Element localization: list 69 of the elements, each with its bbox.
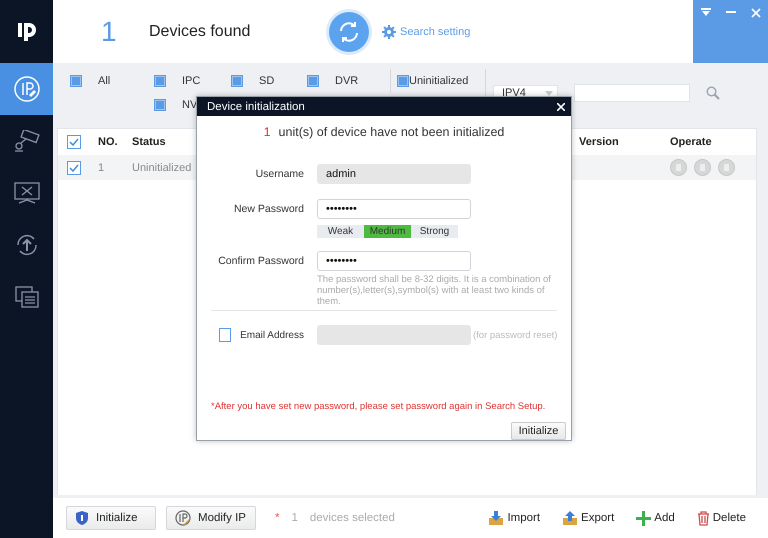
checkbox[interactable] — [219, 328, 232, 342]
tools-monitor-icon — [12, 181, 40, 205]
checkbox[interactable] — [67, 160, 81, 174]
column-header: Operate — [670, 136, 713, 148]
minimize-icon[interactable] — [726, 8, 736, 16]
warning-message: *After you have set new password, please set password again in Search Setup. — [211, 401, 546, 412]
uninitialized-message: unit(s) of device have not been initialized — [278, 125, 504, 140]
filter-label: Uninitialized — [409, 75, 468, 87]
search-field[interactable] — [574, 84, 690, 102]
devices-found-label: Devices found — [149, 22, 252, 40]
refresh-icon[interactable] — [337, 20, 361, 44]
plus-icon — [636, 510, 652, 526]
dialog-title: Device initialization — [207, 100, 305, 113]
password-field[interactable]: •••••••• — [317, 251, 471, 272]
export-button[interactable]: Export — [562, 506, 614, 530]
strength-indicator: Weak — [317, 225, 364, 238]
checkbox[interactable] — [70, 75, 82, 87]
import-icon — [488, 510, 504, 526]
filter-label: IPC — [182, 75, 200, 87]
checkbox[interactable] — [154, 75, 166, 87]
initialize-button[interactable]: Initialize — [511, 422, 566, 440]
delete-button[interactable]: Delete — [696, 506, 746, 530]
close-icon[interactable] — [557, 102, 565, 111]
filter-label: SD — [259, 75, 274, 87]
windows-icon — [14, 285, 40, 309]
checkbox[interactable] — [67, 135, 81, 149]
camera-icon — [12, 130, 40, 152]
sidebar-item[interactable] — [0, 63, 53, 115]
checkbox[interactable] — [307, 75, 319, 87]
field-label: Email Address — [240, 330, 304, 341]
import-button[interactable]: Import — [488, 506, 540, 530]
selected-count: 1 — [291, 512, 298, 524]
filter-label: All — [98, 75, 110, 87]
refresh-button[interactable] — [329, 12, 369, 52]
dropdown-icon[interactable] — [700, 8, 710, 16]
export-icon — [562, 510, 578, 526]
selected-label: devices selected — [310, 512, 395, 524]
username-field[interactable]: admin — [317, 164, 471, 184]
column-header: Version — [579, 136, 620, 148]
required-mark: * — [275, 512, 280, 524]
settings-icon[interactable] — [382, 24, 396, 38]
ip-icon — [12, 75, 40, 103]
initialize-button[interactable]: Initialize — [66, 506, 156, 530]
modify-ip-button[interactable]: Modify IP — [166, 506, 256, 530]
password-hint: The password shall be 8-32 digits. It is a combination of number(s),letter(s),symbol(s) with at least two kinds of them. — [317, 274, 552, 308]
field-label: New Password — [232, 203, 304, 216]
ip-edit-icon — [175, 510, 191, 526]
column-header: NO. — [98, 136, 119, 148]
filter-label: NV — [182, 99, 198, 111]
table-cell: Uninitialized — [132, 162, 192, 174]
field-label: Username — [254, 168, 304, 180]
checkbox[interactable] — [231, 75, 243, 87]
checkbox[interactable] — [154, 99, 166, 111]
strength-indicator: Medium — [364, 225, 411, 238]
add-button[interactable]: Add — [636, 506, 675, 530]
shield-icon — [75, 510, 89, 526]
logo-icon — [16, 20, 38, 42]
strength-indicator: Strong — [411, 225, 458, 238]
filter-label: DVR — [335, 75, 358, 87]
password-field[interactable]: •••••••• — [317, 199, 471, 220]
device-count: 1 — [101, 16, 118, 48]
checkbox[interactable] — [397, 75, 409, 87]
field-label: Confirm Password — [217, 255, 304, 268]
uninitialized-count: 1 — [264, 125, 271, 140]
trash-icon — [696, 510, 710, 526]
search-icon[interactable] — [706, 86, 720, 100]
column-header: Status — [132, 136, 167, 148]
table-cell-text: 1 — [98, 162, 106, 174]
email-note: (for password reset) — [473, 330, 558, 341]
